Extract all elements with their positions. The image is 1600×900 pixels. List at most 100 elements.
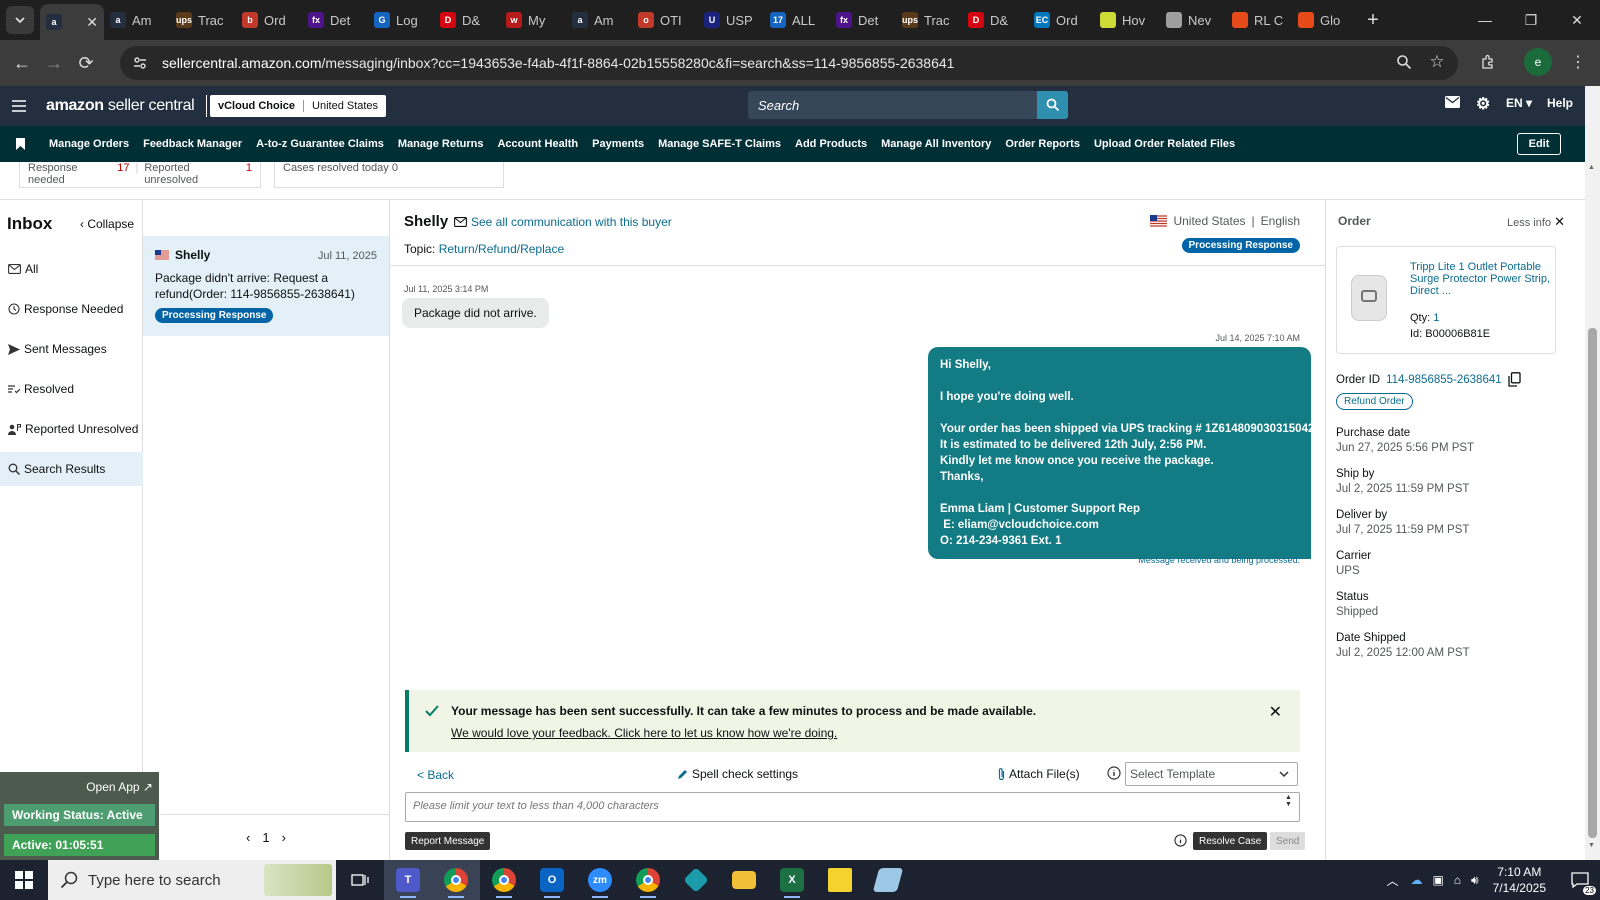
snipping-tool-icon[interactable] (864, 860, 912, 900)
chrome-icon[interactable] (432, 860, 480, 900)
file-explorer-icon[interactable] (720, 860, 768, 900)
site-settings-icon[interactable] (132, 55, 148, 71)
browser-tab[interactable]: RL C (1226, 4, 1292, 36)
browser-tab[interactable]: G Log (368, 4, 434, 36)
browser-tab[interactable]: Nev (1160, 4, 1226, 36)
order-id-link[interactable]: 114-9856855-2638641 (1386, 374, 1502, 386)
chevron-up-icon[interactable]: ︿ (1386, 872, 1398, 889)
browser-tab[interactable]: a Am (104, 4, 170, 36)
feedback-link[interactable]: We would love your feedback. Click here … (451, 726, 1300, 740)
taskbar-search-input[interactable]: Type here to search (48, 860, 336, 900)
product-title-link[interactable]: Tripp Lite 1 Outlet Portable Surge Prote… (1410, 261, 1550, 297)
excel-icon[interactable]: X (768, 860, 816, 900)
template-select[interactable]: Select Template (1125, 762, 1298, 786)
browser-tab[interactable]: o OTI (632, 4, 698, 36)
browser-tab[interactable]: ups Trac (896, 4, 962, 36)
browser-tab[interactable]: fx Det (302, 4, 368, 36)
close-icon[interactable]: ✕ (1269, 702, 1282, 722)
minimize-icon[interactable]: — (1462, 0, 1508, 40)
copy-icon[interactable] (1507, 372, 1521, 387)
language-selector[interactable]: EN ▾ (1506, 96, 1532, 110)
forward-arrow-icon[interactable]: → (38, 47, 70, 79)
resolve-case-button[interactable]: Resolve Case (1193, 832, 1268, 850)
sidebar-item[interactable]: Resolved (0, 372, 143, 406)
next-page-icon[interactable]: › (282, 830, 286, 845)
zoom-app-icon[interactable]: zm (576, 860, 624, 900)
nav-link[interactable]: Manage All Inventory (881, 138, 991, 150)
browser-tab[interactable]: D D& (434, 4, 500, 36)
nav-link[interactable]: A-to-z Guarantee Claims (256, 138, 384, 150)
send-button[interactable]: Send (1270, 832, 1306, 850)
close-icon[interactable]: ✕ (1554, 214, 1565, 229)
browser-tab[interactable]: EC Ord (1028, 4, 1094, 36)
header-search-button[interactable] (1037, 91, 1068, 119)
browser-tab[interactable]: a Am (566, 4, 632, 36)
sidebar-item[interactable]: Reported Unresolved (0, 412, 143, 446)
browser-tab[interactable]: Glo (1292, 4, 1358, 36)
teams-icon[interactable]: T (384, 860, 432, 900)
spell-check-settings[interactable]: Spell check settings (677, 767, 798, 781)
back-arrow-icon[interactable]: ← (6, 47, 38, 79)
browser-tab[interactable]: w My (500, 4, 566, 36)
browser-tab[interactable]: Hov (1094, 4, 1160, 36)
prev-page-icon[interactable]: ‹ (246, 830, 250, 845)
clock[interactable]: 7:10 AM 7/14/2025 (1493, 864, 1546, 896)
help-link[interactable]: Help (1547, 96, 1573, 110)
profile-avatar[interactable]: e (1524, 48, 1552, 76)
hamburger-menu-icon[interactable] (12, 100, 30, 112)
bookmark-star-icon[interactable]: ☆ (1421, 46, 1453, 78)
windows-start-icon[interactable] (0, 860, 48, 900)
reload-icon[interactable]: ⟳ (70, 47, 102, 79)
nav-link[interactable]: Manage SAFE-T Claims (658, 138, 781, 150)
browser-tab[interactable]: b Ord (236, 4, 302, 36)
textarea-spinner[interactable]: ▲ ▼ (1285, 794, 1295, 810)
nav-link[interactable]: Order Reports (1005, 138, 1080, 150)
see-all-communication-link[interactable]: See all communication with this buyer (454, 215, 672, 229)
attach-files-button[interactable]: Attach File(s) (997, 767, 1080, 781)
sidebar-item[interactable]: Search Results (0, 452, 143, 486)
browser-tab[interactable]: a ✕ (40, 4, 104, 40)
collapse-button[interactable]: ‹ Collapse (80, 217, 134, 231)
nav-link[interactable]: Feedback Manager (143, 138, 242, 150)
outlook-icon[interactable]: O (528, 860, 576, 900)
browser-tab[interactable]: D D& (962, 4, 1028, 36)
back-link[interactable]: < Back (417, 768, 454, 782)
nav-link[interactable]: Payments (592, 138, 644, 150)
nav-link[interactable]: Account Health (497, 138, 578, 150)
browser-menu-icon[interactable]: ⋮ (1562, 46, 1594, 78)
app-diamond-icon[interactable] (672, 860, 720, 900)
chrome-profile-icon[interactable] (480, 860, 528, 900)
edit-nav-button[interactable]: Edit (1517, 133, 1561, 155)
conversation-item[interactable]: Shelly Jul 11, 2025 Package didn't arriv… (143, 236, 389, 336)
url-field[interactable]: sellercentral.amazon.com/messaging/inbox… (120, 46, 1458, 80)
settings-gear-icon[interactable]: ⚙ (1476, 94, 1490, 114)
report-message-button[interactable]: Report Message (405, 832, 491, 850)
page-scrollbar[interactable]: ▲ ▼ (1585, 86, 1600, 860)
nav-link[interactable]: Manage Orders (49, 138, 129, 150)
account-switcher[interactable]: vCloud Choice United States (210, 95, 387, 117)
message-textarea[interactable]: Please limit your text to less than 4,00… (405, 792, 1300, 822)
nav-link[interactable]: Manage Returns (398, 138, 484, 150)
sidebar-item[interactable]: Sent Messages (0, 332, 143, 366)
zoom-icon[interactable] (1388, 46, 1420, 78)
volume-icon[interactable]: 🔊︎ (1471, 873, 1479, 888)
scroll-up-icon[interactable]: ▲ (1588, 164, 1595, 171)
nav-link[interactable]: Upload Order Related Files (1094, 138, 1235, 150)
chrome-alt-icon[interactable] (624, 860, 672, 900)
task-view-icon[interactable] (336, 860, 384, 900)
tab-search-button[interactable] (6, 6, 34, 34)
bookmark-icon[interactable] (16, 138, 25, 150)
scroll-down-icon[interactable]: ▼ (1588, 842, 1595, 849)
restore-icon[interactable]: ❐ (1508, 0, 1554, 40)
info-icon[interactable] (1107, 766, 1121, 780)
notifications-icon[interactable]: 23 (1560, 860, 1600, 900)
browser-tab[interactable]: fx Det (830, 4, 896, 36)
extensions-icon[interactable] (1472, 46, 1504, 78)
nav-link[interactable]: Add Products (795, 138, 867, 150)
amazon-seller-central-logo[interactable]: amazon seller central (46, 97, 195, 115)
network-icon[interactable]: ⌂ (1454, 873, 1461, 887)
open-app-link[interactable]: Open App ↗ (86, 780, 153, 794)
refund-order-button[interactable]: Refund Order (1336, 393, 1413, 410)
new-tab-icon[interactable]: + (1358, 9, 1388, 32)
info-icon[interactable] (1174, 834, 1187, 847)
